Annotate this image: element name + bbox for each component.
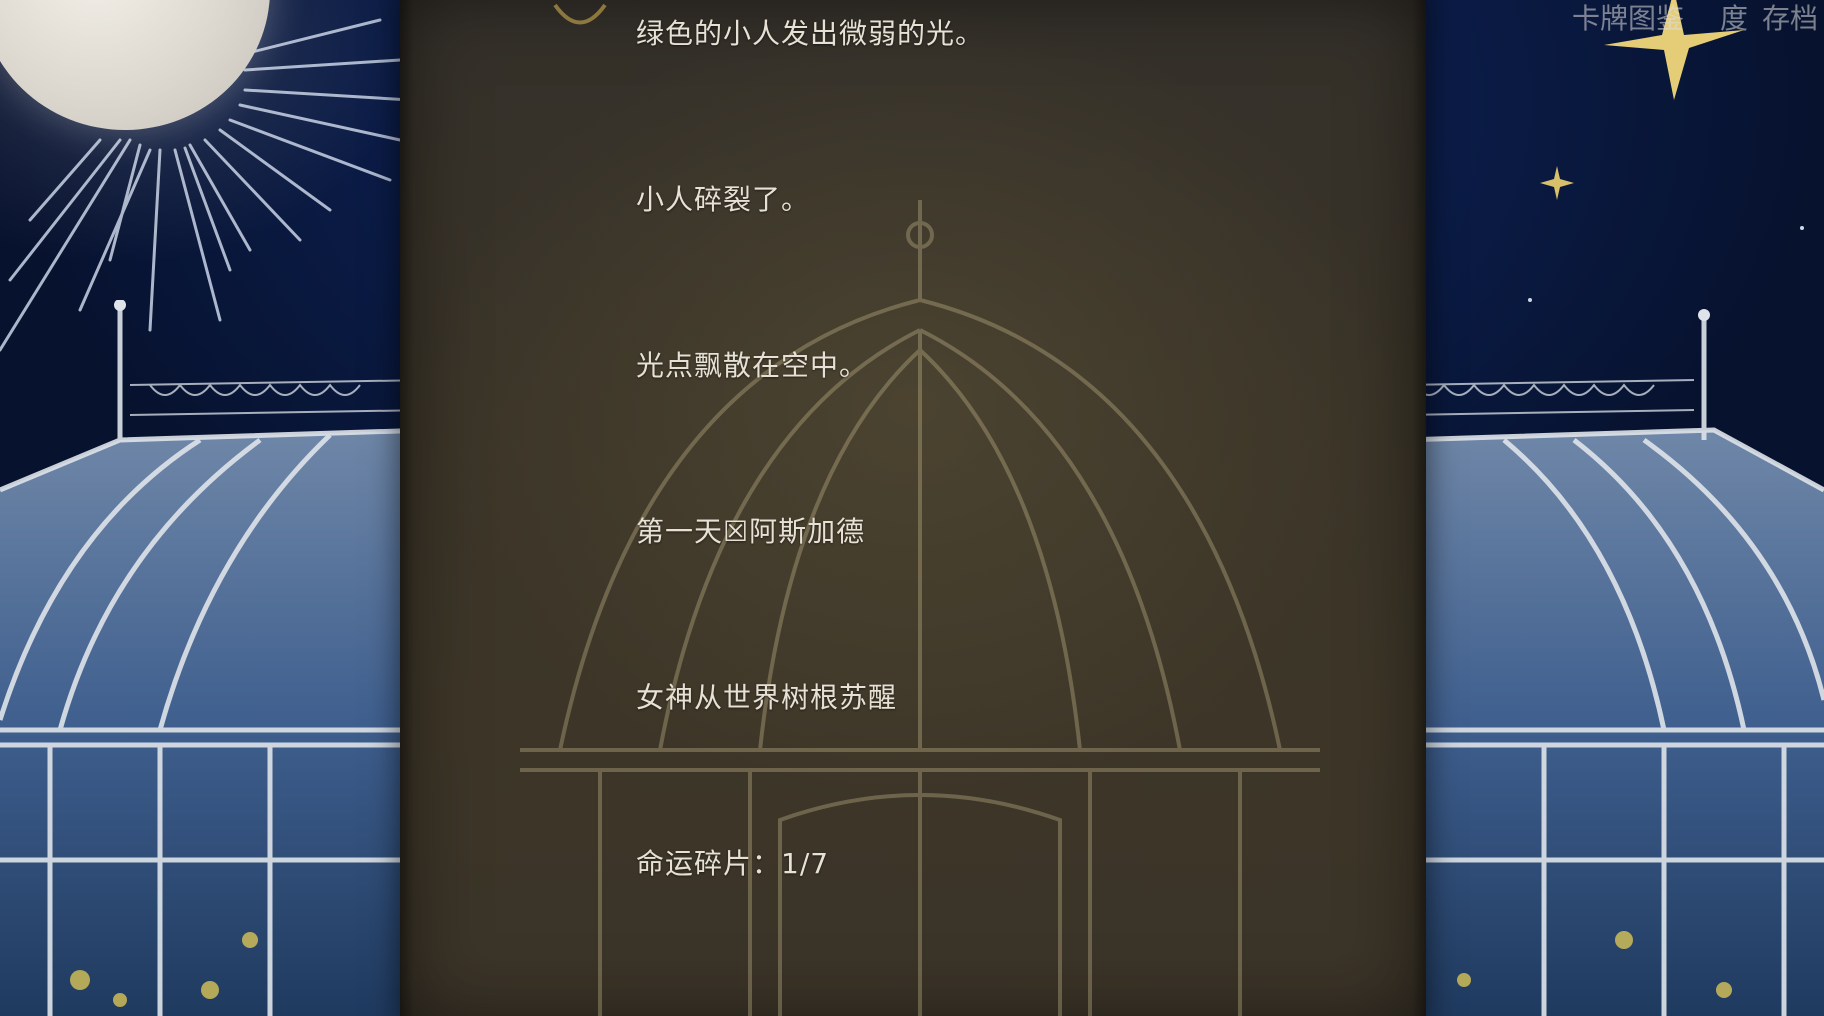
greenhouse-right bbox=[1404, 309, 1824, 1016]
greenhouse-left bbox=[0, 300, 430, 1016]
card-gallery-button[interactable]: 卡牌图鉴 bbox=[1572, 0, 1684, 37]
dialogue-scroll bbox=[400, 0, 1426, 1016]
small-star-icon bbox=[1540, 166, 1574, 200]
game-scene: 绿色的小人发出微弱的光。 小人碎裂了。 光点飘散在空中。 第一天☒阿斯加德 女神… bbox=[0, 0, 1824, 1016]
greenhouse-dome-illustration bbox=[520, 200, 1320, 1016]
difficulty-button[interactable]: 度 bbox=[1720, 0, 1748, 37]
dialogue-line: 小人碎裂了。 bbox=[636, 183, 811, 216]
dialogue-line: 绿色的小人发出微弱的光。 bbox=[636, 17, 985, 50]
save-button[interactable]: 存档 bbox=[1762, 0, 1818, 37]
top-menu: 卡牌图鉴 度 存档 bbox=[1572, 0, 1818, 37]
scroll-edge-right bbox=[1412, 0, 1426, 1016]
dialogue-line: 女神从世界树根苏醒 bbox=[636, 681, 898, 714]
dialogue-line: 第一天☒阿斯加德 bbox=[636, 515, 866, 548]
scroll-ornament bbox=[553, 3, 607, 25]
fate-fragment-counter: 命运碎片：1/7 bbox=[636, 847, 830, 880]
star-dot bbox=[1528, 298, 1532, 302]
scroll-edge-left bbox=[400, 0, 414, 1016]
dialogue-line: 光点飘散在空中。 bbox=[636, 349, 869, 382]
star-dot bbox=[1800, 226, 1804, 230]
